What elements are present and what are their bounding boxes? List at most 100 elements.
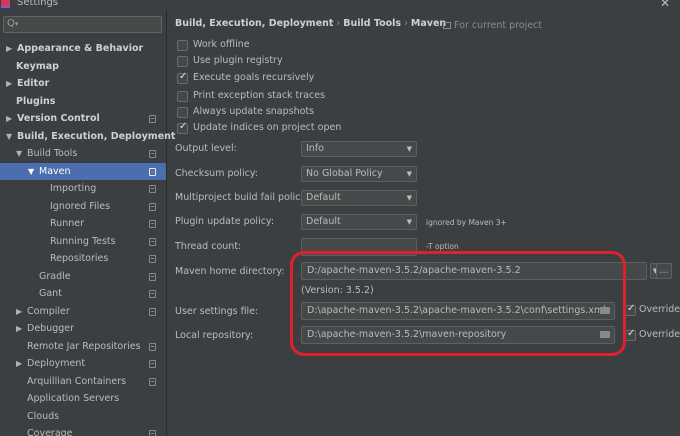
sidebar-item[interactable]: Arquillian Containers (0, 373, 166, 390)
checksum-policy-label: Checksum policy: (175, 168, 258, 179)
sidebar-item-label: Build Tools (27, 148, 78, 159)
build-fail-policy-label: Multiproject build fail policy: (175, 192, 309, 203)
checkmark-icon[interactable] (177, 121, 188, 134)
output-level-select[interactable]: Info ▼ (301, 141, 417, 157)
page-icon (149, 378, 156, 386)
sidebar-item[interactable]: ▶ Compiler (0, 303, 166, 320)
sidebar-item[interactable]: ▼ Build, Execution, Deployment (0, 128, 175, 145)
sidebar-item[interactable]: ▼ Build Tools (0, 145, 166, 162)
checkbox-box[interactable] (177, 40, 188, 51)
checkmark-icon[interactable] (625, 303, 636, 316)
sidebar-item[interactable]: Keymap (0, 58, 166, 75)
breadcrumb-separator: › (336, 18, 341, 29)
sidebar-item[interactable]: ▶ Version Control (0, 110, 166, 127)
collapsed-arrow-icon[interactable]: ▶ (16, 355, 22, 372)
breadcrumb: Build, Execution, Deployment › Build Tools… (175, 18, 446, 29)
scope-label: For current project (443, 20, 542, 31)
page-icon (149, 430, 156, 436)
folder-icon[interactable] (600, 307, 610, 314)
breadcrumb-item: Maven (410, 18, 447, 29)
checkbox-label: Always update snapshots (193, 106, 315, 117)
sidebar-item[interactable]: Running Tests (0, 233, 166, 250)
sidebar-item[interactable]: Runner (0, 215, 166, 232)
close-icon[interactable]: ✕ (660, 0, 670, 10)
sidebar-item-label: Arquillian Containers (27, 376, 127, 387)
sidebar-item[interactable]: Application Servers (0, 390, 166, 407)
page-icon (149, 360, 156, 368)
sidebar-item[interactable]: ▶ Editor (0, 75, 166, 92)
sidebar-item[interactable]: Gradle (0, 268, 166, 285)
expanded-arrow-icon[interactable]: ▼ (28, 163, 34, 180)
collapsed-arrow-icon[interactable]: ▶ (16, 320, 22, 337)
user-settings-input[interactable]: D:\apache-maven-3.5.2\apache-maven-3.5.2… (301, 302, 615, 320)
search-input[interactable]: Q▾ (3, 16, 162, 33)
page-icon (149, 238, 156, 246)
sidebar-item[interactable]: Repositories (0, 250, 166, 267)
sidebar-item[interactable]: ▶ Debugger (0, 320, 166, 337)
expanded-arrow-icon[interactable]: ▼ (16, 145, 22, 162)
sidebar-item-label: Importing (50, 183, 97, 194)
page-icon (149, 273, 156, 281)
sidebar-item-label: Coverage (27, 428, 73, 436)
checkbox-box[interactable] (177, 56, 188, 67)
expanded-arrow-icon[interactable]: ▼ (6, 128, 12, 145)
plugin-update-policy-select[interactable]: Default ▼ (301, 214, 417, 230)
window-title: Settings (17, 0, 59, 8)
project-scope-icon (443, 22, 451, 29)
sidebar-item-label: Plugins (16, 96, 56, 107)
checkbox-box[interactable] (177, 107, 188, 118)
select-value: Default (306, 216, 341, 227)
dropdown-arrow-icon: ▼ (406, 170, 412, 178)
sidebar-item[interactable]: Ignored Files (0, 198, 166, 215)
checkbox-box[interactable] (177, 91, 188, 102)
checkmark-icon[interactable] (177, 71, 188, 84)
sidebar-item-label: Compiler (27, 306, 70, 317)
collapsed-arrow-icon[interactable]: ▶ (6, 75, 12, 92)
sidebar-item-label: Build, Execution, Deployment (17, 131, 176, 142)
checkbox-label: Work offline (193, 39, 250, 50)
sidebar-item[interactable]: ▶ Appearance & Behavior (0, 40, 166, 57)
collapsed-arrow-icon[interactable]: ▶ (16, 303, 22, 320)
local-repository-input[interactable]: D:\apache-maven-3.5.2\maven-repository (301, 326, 615, 344)
breadcrumb-item: Build, Execution, Deployment (175, 18, 334, 29)
maven-home-browse-button[interactable]: ... (656, 263, 672, 279)
sidebar-item[interactable]: Clouds (0, 408, 166, 425)
sidebar-item-label: Application Servers (27, 393, 120, 404)
checkbox-label: Override (639, 329, 680, 340)
page-icon (149, 185, 156, 193)
sidebar-item-label: Debugger (27, 323, 75, 334)
breadcrumb-item: Build Tools (343, 18, 402, 29)
sidebar-item[interactable]: Plugins (0, 93, 166, 110)
page-icon (149, 115, 156, 123)
checkbox-label: Execute goals recursively (193, 72, 315, 83)
checkmark-icon[interactable] (625, 328, 636, 341)
select-value: No Global Policy (306, 168, 383, 179)
maven-settings-panel: Build, Execution, Deployment › Build Tools… (167, 10, 680, 436)
dropdown-arrow-icon: ▼ (406, 194, 412, 202)
thread-count-input[interactable] (301, 238, 417, 256)
sidebar-item[interactable]: ▶ Deployment (0, 355, 166, 372)
folder-icon[interactable] (600, 331, 610, 338)
collapsed-arrow-icon[interactable]: ▶ (6, 40, 12, 57)
page-icon (149, 220, 156, 228)
app-icon (1, 0, 10, 8)
sidebar-item[interactable]: ▼ Maven (0, 163, 166, 180)
sidebar-item[interactable]: Coverage (0, 425, 166, 436)
collapsed-arrow-icon[interactable]: ▶ (6, 110, 12, 127)
sidebar-item-label: Runner (50, 218, 84, 229)
build-fail-policy-select[interactable]: Default ▼ (301, 190, 417, 206)
checksum-policy-select[interactable]: No Global Policy ▼ (301, 166, 417, 182)
page-icon (149, 290, 156, 298)
select-value: Default (306, 192, 341, 203)
sidebar-item[interactable]: Importing (0, 180, 166, 197)
page-icon (149, 168, 156, 176)
sidebar-item-label: Version Control (17, 113, 100, 124)
page-icon (149, 308, 156, 316)
plugin-update-policy-label: Plugin update policy: (175, 216, 275, 227)
maven-home-input[interactable]: D:/apache-maven-3.5.2/apache-maven-3.5.2 (301, 262, 647, 280)
sidebar-item[interactable]: Gant (0, 285, 166, 302)
dropdown-arrow-icon: ▼ (406, 218, 412, 226)
sidebar-item[interactable]: Remote Jar Repositories (0, 338, 166, 355)
page-icon (149, 203, 156, 211)
sidebar-item-label: Appearance & Behavior (17, 43, 144, 54)
